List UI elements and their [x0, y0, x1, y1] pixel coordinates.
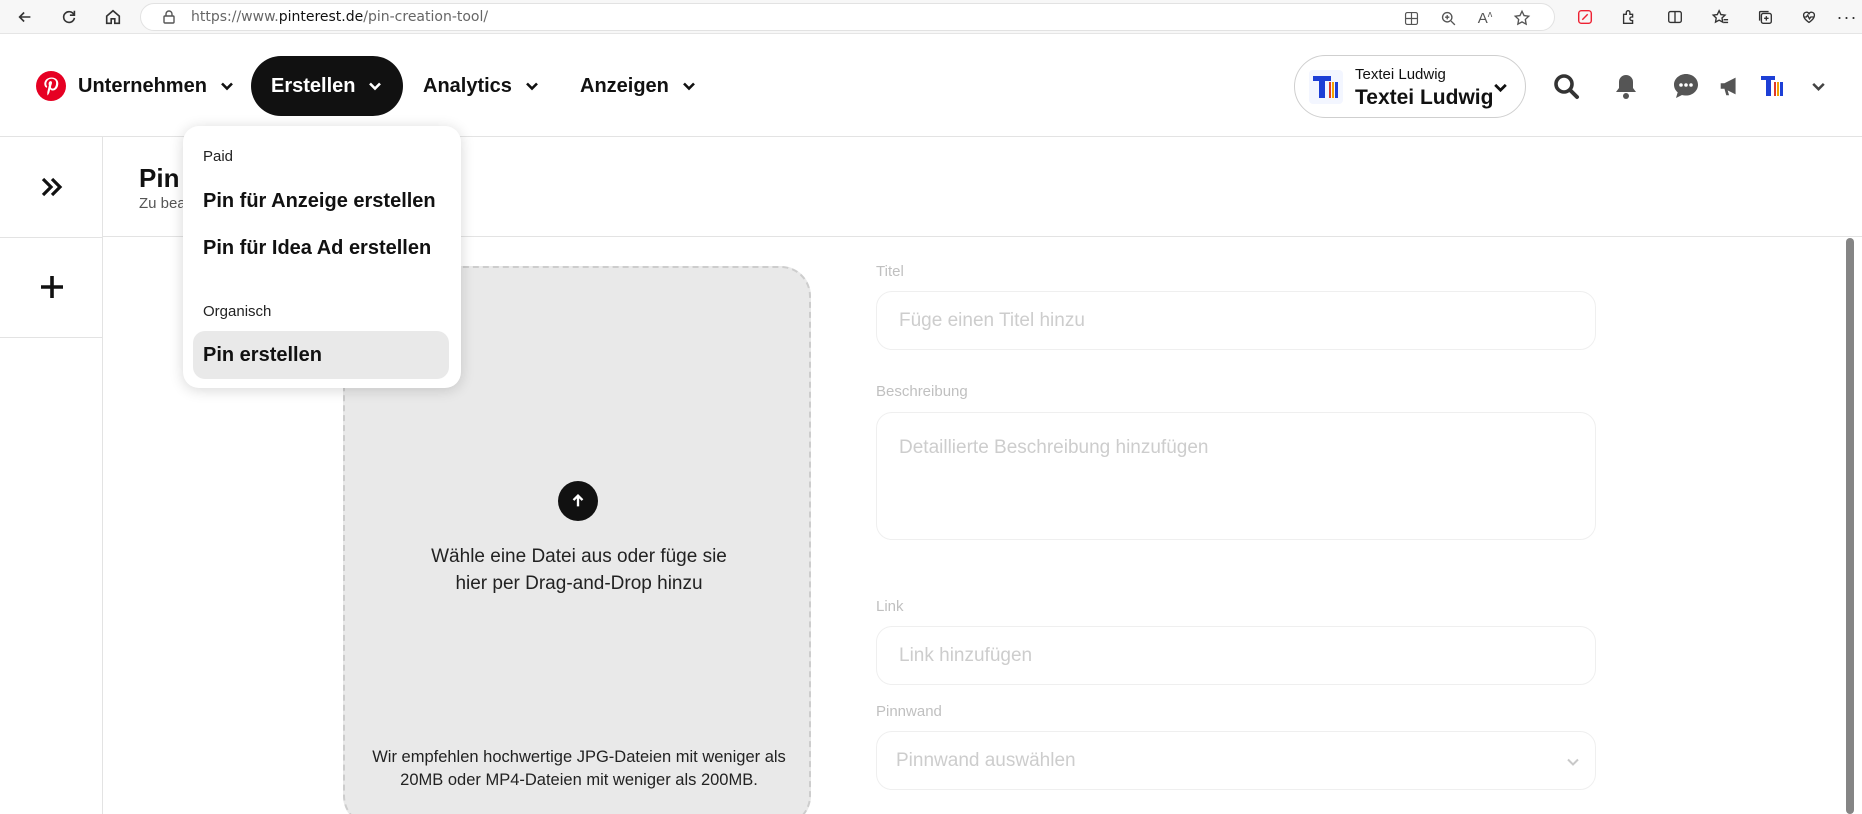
chevron-down-icon [1567, 758, 1579, 766]
page-subtitle: Zu bea [139, 195, 186, 212]
pinterest-logo-icon [36, 71, 66, 101]
back-arrow-icon[interactable] [8, 0, 42, 34]
zoom-icon[interactable] [1438, 8, 1458, 28]
board-select[interactable]: Pinnwand auswählen [876, 731, 1596, 790]
description-label: Beschreibung [876, 383, 968, 400]
url-text: https://www.pinterest.de/pin-creation-to… [191, 9, 489, 25]
description-placeholder: Detaillierte Beschreibung hinzufügen [899, 437, 1209, 458]
section-header-organic: Organisch [203, 303, 272, 320]
megaphone-icon[interactable] [1714, 70, 1746, 102]
title-placeholder: Füge einen Titel hinzu [899, 310, 1085, 331]
chevron-down-icon [1494, 83, 1507, 93]
chevron-down-icon[interactable] [1802, 70, 1834, 102]
address-bar[interactable]: https://www.pinterest.de/pin-creation-to… [140, 3, 1555, 31]
add-pin-button[interactable] [0, 237, 103, 337]
board-placeholder: Pinnwand auswählen [896, 750, 1076, 771]
account-name-small: Textei Ludwig [1355, 66, 1446, 83]
chevron-down-icon [682, 82, 695, 91]
extensions-puzzle-icon[interactable] [1612, 0, 1646, 34]
browser-toolbar: https://www.pinterest.de/pin-creation-to… [0, 0, 1862, 34]
nav-analytics[interactable]: Analytics [423, 56, 540, 116]
nav-create[interactable]: Erstellen [251, 56, 404, 116]
upload-arrow-icon [558, 481, 598, 521]
link-placeholder: Link hinzufügen [899, 645, 1033, 666]
account-name: Textei Ludwig [1355, 86, 1494, 109]
board-label: Pinnwand [876, 703, 942, 720]
account-logo-icon [1309, 70, 1343, 104]
read-aloud-icon[interactable]: Aʌ [1475, 8, 1495, 28]
link-label: Link [876, 598, 904, 615]
link-input[interactable]: Link hinzufügen [876, 626, 1596, 685]
notifications-bell-icon[interactable] [1610, 70, 1642, 102]
title-input[interactable]: Füge einen Titel hinzu [876, 291, 1596, 350]
expand-sidebar-button[interactable] [0, 137, 103, 237]
nav-create-label: Erstellen [271, 74, 356, 97]
nav-business[interactable]: Unternehmen [36, 56, 235, 116]
messages-icon[interactable] [1670, 70, 1702, 102]
menu-item-create-pin[interactable]: Pin erstellen [193, 331, 449, 379]
chevron-down-icon [369, 82, 382, 91]
menu-item-create-ad-pin[interactable]: Pin für Anzeige erstellen [193, 177, 449, 225]
browser-health-icon[interactable] [1792, 0, 1826, 34]
collections-icon[interactable] [1748, 0, 1782, 34]
section-header-paid: Paid [203, 148, 234, 165]
app-available-icon[interactable] [1401, 8, 1421, 28]
account-switcher[interactable]: Textei Ludwig Textei Ludwig [1294, 55, 1526, 118]
search-icon[interactable] [1550, 70, 1582, 102]
description-input[interactable]: Detaillierte Beschreibung hinzufügen [876, 412, 1596, 540]
vertical-scrollbar[interactable] [1846, 238, 1854, 814]
favorites-icon[interactable] [1703, 0, 1737, 34]
chevron-down-icon [526, 82, 538, 91]
reload-icon[interactable] [52, 0, 86, 34]
extension-red-icon[interactable] [1568, 0, 1602, 34]
plus-icon [40, 276, 63, 298]
split-screen-icon[interactable] [1658, 0, 1692, 34]
profile-logo-icon[interactable] [1756, 70, 1788, 102]
more-menu-icon[interactable]: ··· [1830, 0, 1862, 34]
rail-divider [0, 337, 103, 338]
double-chevron-right-icon [41, 177, 62, 197]
left-rail [0, 137, 103, 814]
upload-recommendation: Wir empfehlen hochwertige JPG-Dateien mi… [372, 748, 786, 789]
nav-ads-label: Anzeigen [580, 74, 669, 97]
pinterest-header: Unternehmen Erstellen Analytics Anzeigen… [0, 34, 1862, 137]
nav-analytics-label: Analytics [423, 74, 512, 97]
home-icon[interactable] [96, 0, 130, 34]
nav-business-label: Unternehmen [78, 74, 207, 97]
chevron-down-icon [220, 82, 233, 91]
menu-item-create-idea-ad-pin[interactable]: Pin für Idea Ad erstellen [193, 224, 449, 272]
title-label: Titel [876, 263, 904, 280]
lock-icon [163, 10, 175, 24]
favorite-star-icon[interactable] [1512, 8, 1532, 28]
create-dropdown-menu: Paid Pin für Anzeige erstellen Pin für I… [183, 126, 461, 388]
nav-ads[interactable]: Anzeigen [580, 56, 697, 116]
upload-instructions: Wähle eine Datei aus oder füge sie hier … [431, 546, 727, 594]
